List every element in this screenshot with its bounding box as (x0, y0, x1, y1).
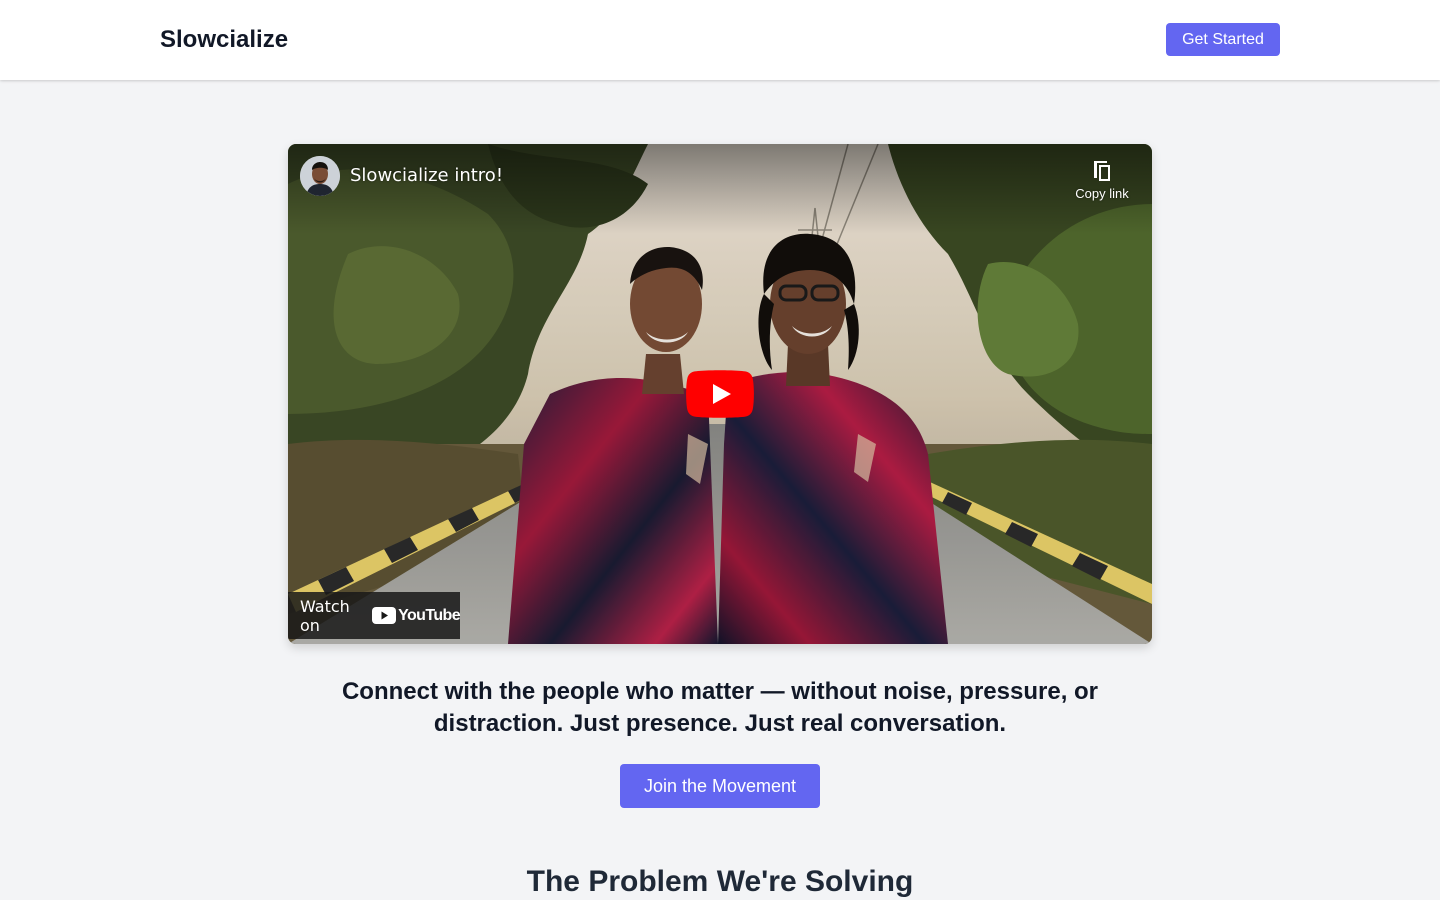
hero-tagline: Connect with the people who matter — wit… (341, 678, 1099, 737)
channel-avatar-icon (300, 156, 340, 196)
copy-icon (1094, 161, 1110, 181)
navbar: Slowcialize Get Started (0, 0, 1440, 80)
problem-section-heading: The Problem We're Solving (526, 865, 914, 898)
join-movement-button[interactable]: Join the Movement (620, 764, 820, 808)
youtube-logo-icon: YouTube (372, 606, 461, 625)
video-top-overlay (288, 144, 1152, 234)
get-started-button[interactable]: Get Started (1166, 23, 1280, 56)
watch-on-label: Watch on (300, 596, 350, 635)
video-embed[interactable]: Slowcialize intro! Copy link Watch on Yo… (288, 144, 1152, 644)
copy-link-label: Copy link (1075, 186, 1129, 201)
youtube-play-mark-icon (372, 607, 397, 624)
brand-logo[interactable]: Slowcialize (160, 26, 288, 54)
copy-link-button[interactable]: Copy link (1064, 156, 1140, 208)
play-button[interactable] (686, 370, 754, 418)
video-title[interactable]: Slowcialize intro! (350, 166, 503, 186)
play-icon (686, 370, 754, 418)
channel-avatar[interactable] (300, 156, 340, 196)
youtube-wordmark: YouTube (398, 606, 460, 624)
watch-on-youtube-button[interactable]: Watch on YouTube (288, 592, 461, 639)
